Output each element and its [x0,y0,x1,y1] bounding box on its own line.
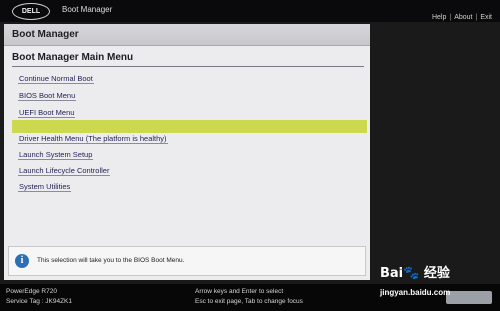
section-title: Boot Manager Main Menu [12,52,134,63]
menu-item-launch-lifecycle-controller[interactable]: Launch Lifecycle Controller [18,166,111,176]
dell-logo: DELL [12,3,50,20]
selection-highlight [12,120,367,133]
help-link[interactable]: Help [432,14,446,21]
top-bar: DELL Boot Manager Help | About | Exit [0,0,500,22]
menu-item-launch-system-setup[interactable]: Launch System Setup [18,150,94,160]
help-text: This selection will take you to the BIOS… [37,257,185,264]
menu-item-system-utilities[interactable]: System Utilities [18,182,72,192]
panel-header: Boot Manager [4,24,370,46]
info-icon: i [15,254,29,268]
boot-manager-panel: Boot Manager Boot Manager Main Menu Cont… [4,24,370,280]
service-tag: Service Tag : JK94ZK1 [6,298,72,305]
navigation-hint-secondary: Esc to exit page, Tab to change focus [195,298,303,305]
separator: | [449,14,452,21]
finish-button[interactable] [446,291,492,304]
section-divider [12,66,364,67]
separator: | [475,14,478,21]
baidu-jingyan-logo: Bai🐾 经验 [380,266,450,281]
menu-item-continue-normal-boot[interactable]: Continue Normal Boot [18,74,94,84]
system-model: PowerEdge R720 [6,288,57,295]
watermark-url: jingyan.baidu.com [380,288,451,297]
menu-item-bios-boot-menu[interactable]: BIOS Boot Menu [18,91,77,101]
top-links: Help | About | Exit [432,14,492,21]
help-message-box: i This selection will take you to the BI… [8,246,366,276]
about-link[interactable]: About [454,14,472,21]
navigation-hint: Arrow keys and Enter to select [195,288,284,295]
exit-link[interactable]: Exit [480,14,492,21]
app-title: Boot Manager [62,5,113,14]
menu-item-driver-health-menu[interactable]: Driver Health Menu (The platform is heal… [18,134,168,144]
menu-item-uefi-boot-menu[interactable]: UEFI Boot Menu [18,108,76,118]
